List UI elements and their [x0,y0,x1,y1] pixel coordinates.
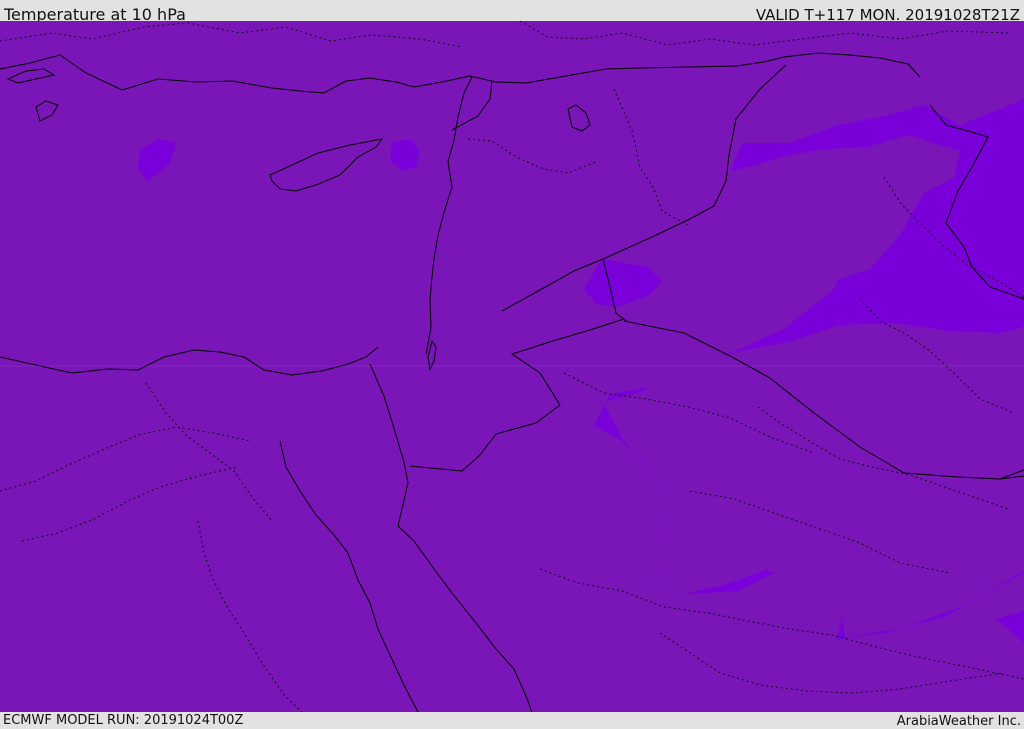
map-svg [0,21,1024,712]
temperature-map [0,21,1024,712]
map-footer: ECMWF MODEL RUN: 20191024T00Z ArabiaWeat… [0,712,1024,729]
map-header: Temperature at 10 hPa VALID T+117 MON. 2… [0,0,1024,24]
credit-label: ArabiaWeather Inc. [896,714,1021,729]
weather-map-frame: Temperature at 10 hPa VALID T+117 MON. 2… [0,0,1024,729]
model-run-label: ECMWF MODEL RUN: 20191024T00Z [3,713,244,728]
